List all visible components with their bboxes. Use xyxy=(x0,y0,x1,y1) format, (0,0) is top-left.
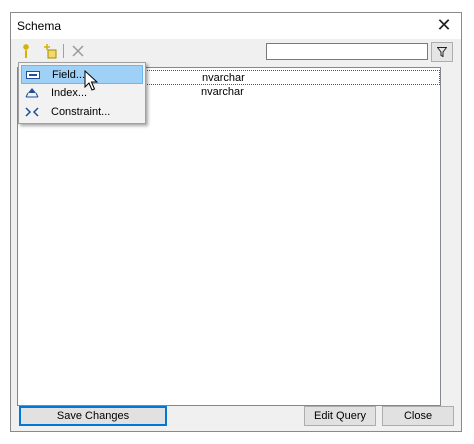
field-type: nvarchar xyxy=(202,72,245,84)
menu-item-index[interactable]: Index... xyxy=(21,84,143,103)
filter-icon xyxy=(437,47,447,57)
window-title: Schema xyxy=(17,19,62,33)
menu-item-label: Constraint... xyxy=(51,106,111,118)
mouse-cursor-icon xyxy=(84,70,98,91)
new-item-icon[interactable] xyxy=(41,42,59,60)
edit-query-button[interactable]: Edit Query xyxy=(304,406,376,426)
close-window-icon[interactable]: ✕ xyxy=(433,15,455,37)
title-bar: Schema ✕ xyxy=(11,13,461,39)
index-icon xyxy=(25,87,39,99)
menu-item-field[interactable]: Field... xyxy=(21,65,143,84)
edit-query-label: Edit Query xyxy=(314,410,366,422)
save-changes-button[interactable]: Save Changes xyxy=(19,406,167,426)
search-input[interactable] xyxy=(266,43,428,60)
close-label: Close xyxy=(403,410,433,422)
field-type: nvarchar xyxy=(201,86,244,98)
toolbar-separator xyxy=(63,44,64,58)
delete-icon[interactable] xyxy=(69,42,87,60)
new-field-icon[interactable] xyxy=(17,42,35,60)
context-menu: Field... Index... Constraint... xyxy=(18,62,146,124)
menu-item-label: Field... xyxy=(52,69,86,81)
menu-item-constraint[interactable]: Constraint... xyxy=(21,103,143,122)
toolbar xyxy=(11,40,461,64)
constraint-icon xyxy=(25,106,39,118)
save-changes-label: Save Changes xyxy=(56,410,130,422)
field-icon xyxy=(26,69,40,81)
filter-button[interactable] xyxy=(431,42,453,62)
menu-item-label: Index... xyxy=(51,87,88,99)
close-button[interactable]: Close xyxy=(382,406,454,426)
